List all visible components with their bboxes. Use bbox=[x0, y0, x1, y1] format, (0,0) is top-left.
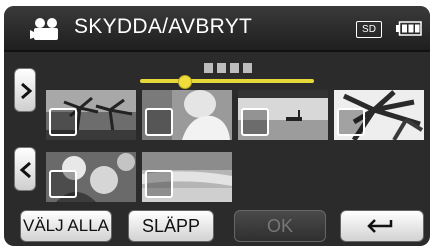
thumbnail-checkbox[interactable] bbox=[49, 108, 77, 136]
camera-screen: SKYDDA/AVBRYT SD VÄLJ ALLA SLÄPP OK bbox=[0, 0, 434, 251]
screen-frame: SKYDDA/AVBRYT SD VÄLJ ALLA SLÄPP OK bbox=[4, 6, 430, 246]
chevron-right-icon bbox=[21, 82, 33, 100]
thumbnail-checkbox[interactable] bbox=[241, 108, 269, 136]
thumbnail[interactable] bbox=[46, 90, 136, 140]
select-all-button[interactable]: VÄLJ ALLA bbox=[20, 210, 112, 242]
thumbnail-checkbox[interactable] bbox=[337, 108, 365, 136]
page-title: SKYDDA/AVBRYT bbox=[74, 15, 253, 38]
scroll-position-bar[interactable] bbox=[140, 75, 314, 89]
video-camera-icon bbox=[30, 18, 58, 40]
thumbnail[interactable] bbox=[334, 90, 424, 140]
thumbnail[interactable] bbox=[142, 90, 232, 140]
battery-full-icon bbox=[396, 21, 422, 36]
chevron-left-icon bbox=[19, 161, 31, 179]
thumbnail[interactable] bbox=[238, 90, 328, 140]
thumbnail-checkbox[interactable] bbox=[145, 108, 173, 136]
page-indicator-icon bbox=[204, 63, 252, 73]
thumbnail[interactable] bbox=[46, 152, 136, 202]
next-page-button[interactable] bbox=[14, 68, 36, 112]
scroll-position-knob[interactable] bbox=[177, 75, 192, 89]
header-bar: SKYDDA/AVBRYT SD bbox=[4, 6, 430, 52]
sd-card-badge: SD bbox=[356, 21, 382, 38]
back-button[interactable] bbox=[340, 210, 424, 242]
return-arrow-icon bbox=[367, 219, 393, 233]
thumbnail-checkbox[interactable] bbox=[145, 170, 173, 198]
release-button[interactable]: SLÄPP bbox=[128, 210, 214, 242]
previous-page-button[interactable] bbox=[14, 147, 36, 191]
thumbnail[interactable] bbox=[142, 152, 232, 202]
thumbnail-checkbox[interactable] bbox=[49, 170, 77, 198]
ok-button[interactable]: OK bbox=[234, 210, 326, 242]
